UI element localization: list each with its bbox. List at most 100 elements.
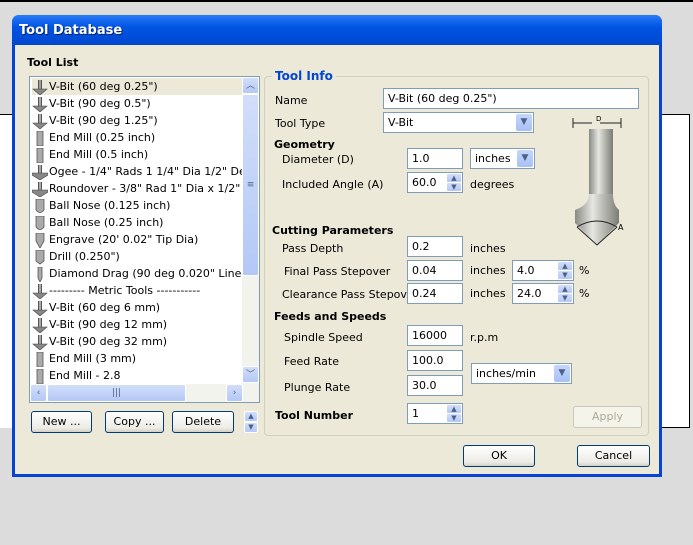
diameter-input[interactable]: 1.0 [407, 148, 463, 169]
reorder-spinner[interactable]: ▲ ▼ [244, 411, 258, 433]
rate-units-value: inches/min [476, 367, 536, 380]
percent-sign: % [579, 264, 590, 277]
tool-list-item[interactable]: V-Bit (90 deg 1.25") [32, 112, 242, 129]
tool-list-item[interactable]: End Mill (3 mm) [32, 350, 242, 367]
vbit-icon [32, 283, 48, 299]
tool-list-item[interactable]: Ogee - 1/4" Rads 1 1/4" Dia 1/2" Deep [32, 163, 242, 180]
percent-sign: % [579, 287, 590, 300]
chevron-down-icon[interactable]: ▼ [516, 114, 532, 131]
apply-button[interactable]: Apply [573, 406, 642, 428]
vbit-icon [32, 300, 48, 316]
tool-list-item[interactable]: V-Bit (60 deg 6 mm) [32, 299, 242, 316]
angle-spinner[interactable]: ▲ ▼ [447, 174, 461, 191]
hscroll-thumb[interactable]: ||| [47, 384, 186, 402]
spindle-units: r.p.m [470, 331, 499, 344]
tool-list-item[interactable]: V-Bit (60 deg 0.25") [32, 78, 242, 95]
geometry-heading: Geometry [274, 138, 335, 151]
tool-info-legend: Tool Info [272, 69, 336, 83]
feeds-heading: Feeds and Speeds [274, 310, 387, 323]
tool-list-item[interactable]: Ball Nose (0.125 inch) [32, 197, 242, 214]
angle-input[interactable]: 60.0 ▲ ▼ [407, 172, 463, 193]
tool-list-item[interactable]: End Mill - 2.8 [32, 367, 242, 384]
clearance-stepover-units: inches [470, 287, 506, 300]
cutting-heading: Cutting Parameters [272, 224, 394, 237]
scroll-down-button[interactable]: ﹀ [242, 366, 259, 383]
tool-list-item[interactable]: --------- Metric Tools ----------- [32, 282, 242, 299]
clearance-stepover-input[interactable]: 0.24 [407, 283, 463, 304]
name-input[interactable]: V-Bit (60 deg 0.25") [383, 88, 639, 109]
chevron-down-icon[interactable]: ▼ [554, 365, 570, 382]
plunge-rate-input[interactable]: 30.0 [407, 375, 463, 396]
scroll-right-button[interactable]: › [226, 384, 243, 402]
tool-list-item-label: Diamond Drag (90 deg 0.020" Line Width) [49, 267, 242, 280]
feed-rate-input[interactable]: 100.0 [407, 350, 463, 371]
pass-depth-input[interactable]: 0.2 [407, 236, 463, 257]
rate-units-select[interactable]: inches/min ▼ [471, 363, 572, 384]
tool-list[interactable]: V-Bit (60 deg 0.25") V-Bit (90 deg 0.5") V… [29, 76, 260, 403]
tool-list-item[interactable]: End Mill (0.25 inch) [32, 129, 242, 146]
tool-number-input[interactable]: 1 ▲ ▼ [407, 403, 463, 424]
form-tool-icon [32, 164, 49, 180]
tool-list-item[interactable]: Engrave (20' 0.02" Tip Dia) [32, 231, 242, 248]
cancel-button[interactable]: Cancel [577, 445, 650, 467]
tool-database-dialog: Tool Database Tool List V-Bit (60 deg 0.… [12, 15, 662, 477]
vertical-scrollbar[interactable]: ︿ ≡ ﹀ [242, 77, 259, 384]
tool-number-spinner[interactable]: ▲ ▼ [447, 405, 461, 422]
tool-list-item[interactable]: Roundover - 3/8" Rad 1" Dia x 1/2" Deep [32, 180, 242, 197]
scroll-left-button[interactable]: ‹ [30, 384, 47, 402]
endmill-icon [32, 351, 48, 367]
scroll-thumb[interactable]: ≡ [242, 94, 259, 276]
move-down-icon[interactable]: ▼ [244, 422, 258, 433]
scroll-up-button[interactable]: ︿ [242, 77, 259, 94]
ok-button[interactable]: OK [463, 445, 535, 467]
name-label: Name [275, 94, 308, 107]
tool-list-item-label: Ogee - 1/4" Rads 1 1/4" Dia 1/2" Deep [49, 165, 242, 178]
tool-type-label: Tool Type [275, 117, 326, 130]
final-stepover-percent-input[interactable]: 4.0 ▲ ▼ [512, 260, 574, 281]
feed-rate-label: Feed Rate [284, 355, 339, 368]
clearance-percent-input[interactable]: 24.0 ▲ ▼ [512, 283, 574, 304]
diameter-label: Diameter (D) [282, 153, 354, 166]
tool-list-item-label: V-Bit (60 deg 6 mm) [49, 301, 161, 314]
window-title: Tool Database [19, 23, 123, 38]
background-window-right [660, 114, 690, 428]
tool-list-item-label: End Mill (0.25 inch) [49, 131, 156, 144]
tool-number-label: Tool Number [275, 409, 354, 422]
ballnose-icon [32, 198, 48, 214]
horizontal-scrollbar[interactable]: ‹ ||| › [30, 384, 259, 402]
endmill-icon [32, 368, 48, 384]
tool-type-select[interactable]: V-Bit ▼ [383, 112, 534, 133]
tool-list-item[interactable]: Ball Nose (0.25 inch) [32, 214, 242, 231]
tool-list-item[interactable]: Diamond Drag (90 deg 0.020" Line Width) [32, 265, 242, 282]
tool-list-item-label: End Mill - 2.8 [49, 369, 121, 382]
move-up-icon[interactable]: ▲ [244, 411, 258, 422]
tool-list-item-label: V-Bit (90 deg 32 mm) [49, 335, 168, 348]
new-tool-button[interactable]: New ... [31, 411, 92, 433]
drill-icon [32, 249, 48, 265]
tool-list-label: Tool List [27, 56, 79, 69]
vbit-icon [32, 79, 48, 95]
spindle-speed-input[interactable]: 16000 [407, 325, 463, 346]
clear-percent-spinner[interactable]: ▲ ▼ [558, 285, 572, 302]
plunge-rate-label: Plunge Rate [284, 381, 351, 394]
chevron-down-icon[interactable]: ▼ [517, 150, 533, 167]
final-percent-spinner[interactable]: ▲ ▼ [558, 262, 572, 279]
tool-list-item-label: V-Bit (90 deg 0.5") [49, 97, 151, 110]
tool-list-item[interactable]: V-Bit (90 deg 12 mm) [32, 316, 242, 333]
vbit-icon [32, 96, 48, 112]
diameter-units-select[interactable]: inches ▼ [470, 148, 535, 169]
engrave-icon [32, 232, 48, 248]
tool-list-item[interactable]: V-Bit (90 deg 32 mm) [32, 333, 242, 350]
clearance-stepover-label: Clearance Pass Stepover [282, 288, 419, 301]
tool-list-item[interactable]: Drill (0.250") [32, 248, 242, 265]
tool-list-item[interactable]: End Mill (0.5 inch) [32, 146, 242, 163]
tool-list-item[interactable]: V-Bit (90 deg 0.5") [32, 95, 242, 112]
vbit-icon [32, 334, 48, 350]
final-stepover-input[interactable]: 0.04 [407, 260, 463, 281]
diamond-drag-icon [32, 266, 48, 282]
title-bar[interactable]: Tool Database [12, 15, 662, 45]
tool-type-value: V-Bit [388, 116, 414, 129]
delete-tool-button[interactable]: Delete [172, 411, 234, 433]
copy-tool-button[interactable]: Copy ... [105, 411, 164, 433]
pass-depth-units: inches [470, 242, 506, 255]
